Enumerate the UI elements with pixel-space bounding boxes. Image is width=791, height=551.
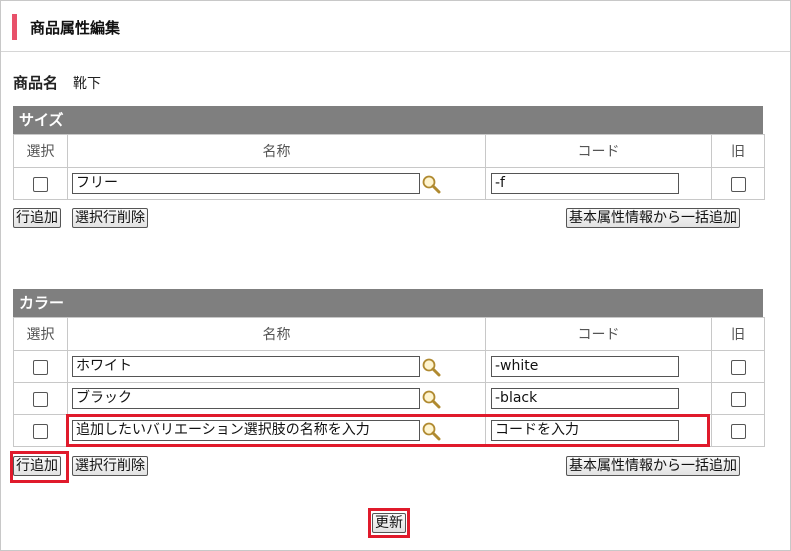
row-select-checkbox[interactable] bbox=[33, 424, 48, 439]
column-code: コード bbox=[485, 317, 712, 351]
old-checkbox[interactable] bbox=[730, 360, 746, 375]
old-checkbox[interactable] bbox=[730, 424, 746, 439]
column-old: 旧 bbox=[711, 134, 765, 168]
table-row: ホワイト -white bbox=[13, 350, 765, 383]
column-code: コード bbox=[485, 134, 712, 168]
column-select: 選択 bbox=[13, 317, 68, 351]
magnifier-icon[interactable] bbox=[421, 174, 441, 194]
row-select-checkbox[interactable] bbox=[33, 177, 48, 192]
new-row-highlight bbox=[66, 414, 710, 447]
code-input[interactable]: -black bbox=[491, 388, 679, 409]
add-row-highlight bbox=[10, 451, 69, 483]
column-select: 選択 bbox=[13, 134, 68, 168]
row-select-checkbox[interactable] bbox=[33, 360, 48, 375]
column-old: 旧 bbox=[711, 317, 765, 351]
update-highlight bbox=[368, 508, 410, 538]
size-add-row-button[interactable]: 行追加 bbox=[13, 208, 61, 228]
name-input[interactable]: ホワイト bbox=[72, 356, 420, 377]
size-bulk-add-button[interactable]: 基本属性情報から一括追加 bbox=[566, 208, 740, 228]
size-section-title: サイズ bbox=[13, 106, 763, 134]
table-row: ブラック -black bbox=[13, 382, 765, 415]
column-name: 名称 bbox=[67, 317, 486, 351]
product-name-value: 靴下 bbox=[73, 76, 101, 92]
page-title: 商品属性編集 bbox=[30, 19, 121, 37]
size-delete-selected-button[interactable]: 選択行削除 bbox=[72, 208, 148, 228]
magnifier-icon[interactable] bbox=[421, 389, 441, 409]
old-checkbox[interactable] bbox=[730, 177, 746, 192]
old-checkbox[interactable] bbox=[730, 392, 746, 407]
product-name-label: 商品名 bbox=[13, 74, 59, 92]
table-row: フリー -f bbox=[13, 167, 765, 200]
name-input[interactable]: ブラック bbox=[72, 388, 420, 409]
column-name: 名称 bbox=[67, 134, 486, 168]
size-section: サイズ 選択 名称 コード 旧 フリー -f bbox=[13, 106, 765, 200]
color-bulk-add-button[interactable]: 基本属性情報から一括追加 bbox=[566, 456, 740, 476]
magnifier-icon[interactable] bbox=[421, 357, 441, 377]
code-input[interactable]: -white bbox=[491, 356, 679, 377]
name-input[interactable]: フリー bbox=[72, 173, 420, 194]
color-section-title: カラー bbox=[13, 289, 763, 317]
row-select-checkbox[interactable] bbox=[33, 392, 48, 407]
size-table: 選択 名称 コード 旧 フリー -f bbox=[13, 134, 765, 200]
title-accent-bar bbox=[12, 14, 17, 40]
color-delete-selected-button[interactable]: 選択行削除 bbox=[72, 456, 148, 476]
code-input[interactable]: -f bbox=[491, 173, 679, 194]
